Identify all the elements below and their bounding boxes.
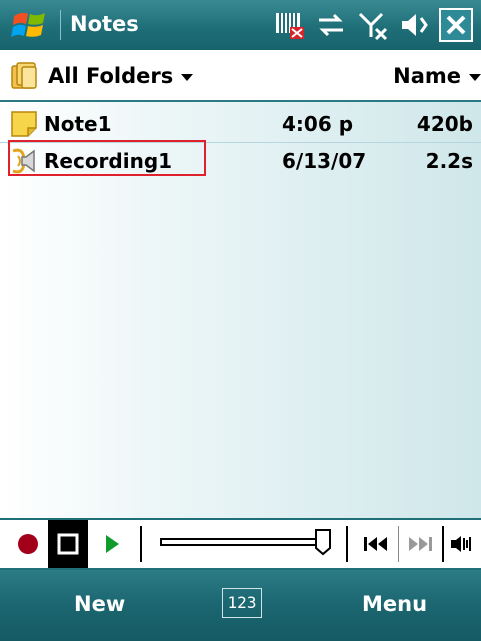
sort-dropdown-label: Name (393, 64, 461, 88)
folder-bar: All Folders Name (0, 50, 481, 102)
play-icon (106, 535, 119, 553)
position-slider[interactable] (160, 520, 340, 568)
note-icon (11, 111, 37, 137)
recorder-toolbar (0, 518, 481, 570)
softkey-bar: New 123 Menu (0, 570, 481, 641)
slider-track (160, 538, 320, 546)
toolbar-separator (346, 526, 348, 562)
stop-button[interactable] (48, 520, 88, 568)
sort-dropdown[interactable]: Name (393, 64, 481, 88)
toolbar-separator (398, 526, 399, 562)
status-icons (271, 6, 473, 44)
volume-icon (451, 536, 471, 552)
previous-button[interactable] (356, 520, 396, 568)
volume-icon[interactable] (397, 7, 433, 43)
close-icon[interactable] (439, 8, 473, 42)
chevron-down-icon (469, 73, 481, 81)
new-button[interactable]: New (74, 592, 125, 616)
stop-icon (57, 533, 79, 555)
record-button[interactable] (10, 520, 46, 568)
previous-icon (364, 537, 387, 551)
folder-dropdown[interactable]: All Folders (48, 64, 194, 88)
next-button[interactable] (400, 520, 440, 568)
slider-thumb[interactable] (314, 528, 332, 556)
folder-dropdown-label: All Folders (48, 64, 174, 88)
input-panel-button[interactable]: 123 (222, 588, 262, 618)
volume-button[interactable] (444, 520, 480, 568)
note-date: 4:06 p (282, 112, 354, 136)
sync-icon[interactable] (313, 7, 349, 43)
folder-icon (11, 62, 37, 89)
selection-highlight (8, 140, 206, 176)
note-size: 420b (416, 112, 473, 136)
title-separator (60, 10, 61, 40)
chevron-down-icon (181, 73, 194, 81)
record-icon (18, 534, 38, 554)
antenna-off-icon[interactable] (355, 7, 391, 43)
play-button[interactable] (94, 520, 130, 568)
title-bar: Notes (0, 0, 481, 50)
toolbar-separator (140, 526, 142, 562)
list-item[interactable]: Note1 4:06 p 420b (0, 106, 481, 143)
signal-off-icon[interactable] (271, 7, 307, 43)
next-icon (409, 537, 432, 551)
app-title: Notes (70, 12, 139, 36)
note-date: 6/13/07 (282, 149, 367, 173)
notes-list: Note1 4:06 p 420b Recording1 6/13/07 2.2… (0, 102, 481, 518)
menu-button[interactable]: Menu (362, 592, 427, 616)
note-size: 2.2s (425, 149, 473, 173)
note-name: Note1 (44, 112, 112, 136)
start-menu-icon[interactable] (10, 6, 50, 44)
